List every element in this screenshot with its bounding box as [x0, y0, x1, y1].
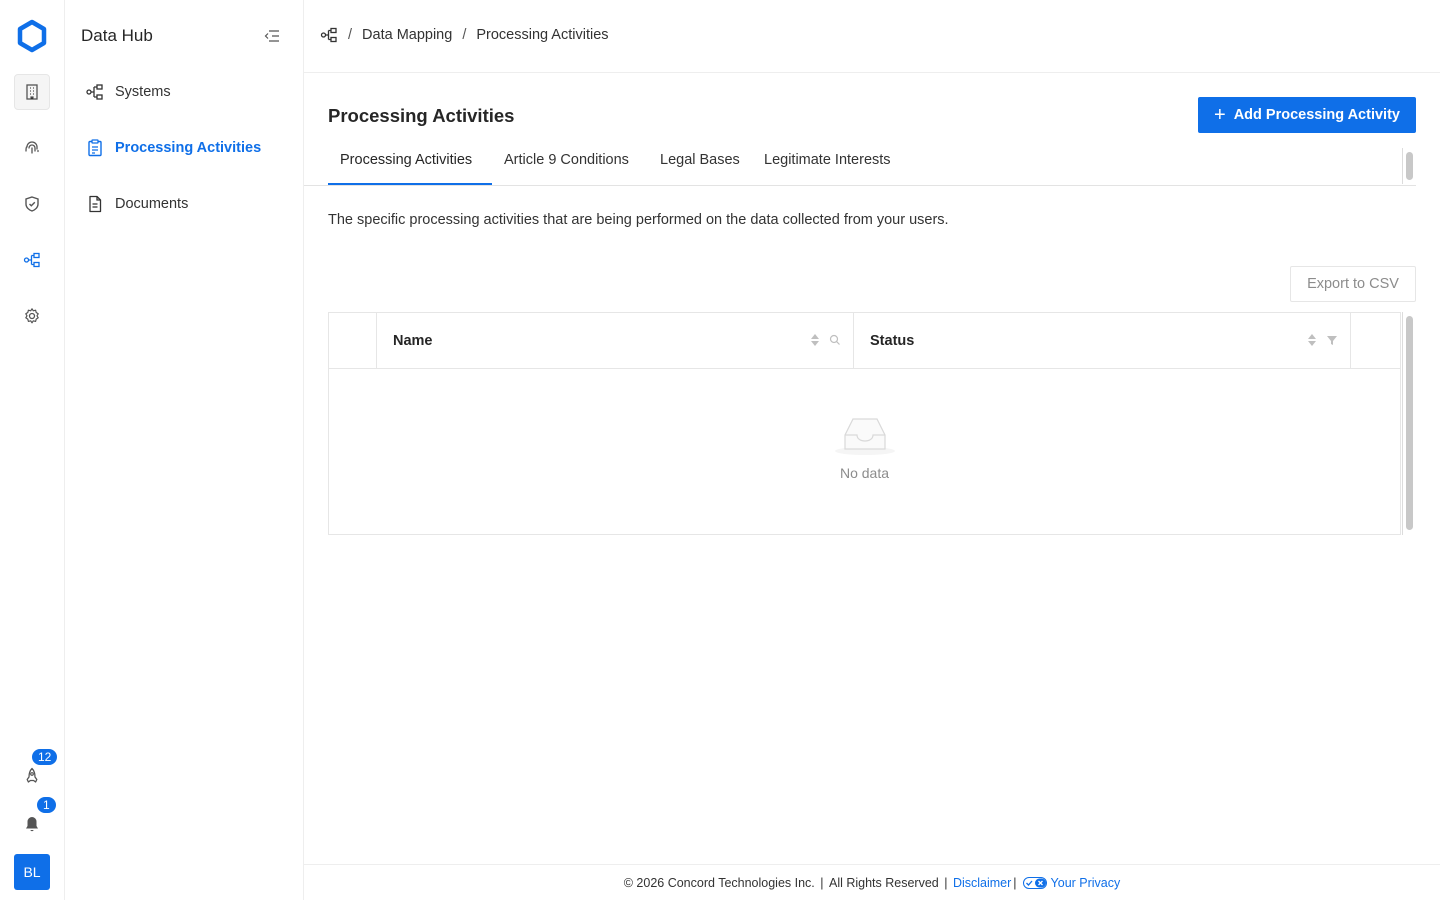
concord-logo[interactable] — [14, 18, 50, 54]
rocket-badge: 12 — [30, 747, 60, 767]
building-icon[interactable] — [14, 74, 50, 110]
secondary-nav: Data Hub Systems Processing Activities D… — [65, 0, 304, 900]
nav-item-systems[interactable]: Systems — [85, 80, 171, 104]
sort-icon[interactable] — [809, 332, 821, 348]
document-icon — [89, 195, 102, 213]
sort-icon[interactable] — [1306, 332, 1318, 348]
breadcrumb-current: Processing Activities — [476, 27, 609, 43]
collapse-sidebar-icon[interactable] — [263, 27, 281, 45]
page-description: The specific processing activities that … — [328, 212, 949, 228]
privacy-toggle-icon — [1022, 876, 1047, 889]
filter-icon[interactable] — [1326, 332, 1338, 348]
footer-separator: | — [940, 875, 951, 890]
column-header-status[interactable]: Status — [854, 313, 1351, 368]
nav-item-label: Systems — [115, 84, 171, 100]
column-header-name[interactable]: Name — [377, 313, 854, 368]
column-label: Status — [870, 332, 915, 349]
your-privacy-link[interactable]: Your Privacy — [1022, 875, 1121, 890]
column-tools — [1306, 332, 1338, 348]
clipboard-icon — [88, 139, 102, 157]
icon-rail: 12 1 BL — [0, 0, 65, 900]
data-map-icon[interactable] — [320, 26, 338, 44]
copyright-text: © 2026 Concord Technologies Inc. — [623, 875, 815, 890]
breadcrumb-separator: / — [462, 27, 467, 43]
export-csv-button[interactable]: Export to CSV — [1290, 266, 1416, 302]
column-label: Name — [393, 332, 433, 349]
plus-icon: + — [1214, 104, 1226, 126]
privacy-label: Your Privacy — [1050, 875, 1121, 890]
scrollbar-thumb[interactable] — [1406, 152, 1413, 180]
tab-legitimate-interests[interactable]: Legitimate Interests — [764, 152, 891, 168]
scrollbar-thumb[interactable] — [1406, 316, 1413, 530]
nav-item-processing-activities[interactable]: Processing Activities — [85, 136, 261, 160]
gear-icon[interactable] — [14, 298, 50, 334]
tab-processing-activities[interactable]: Processing Activities — [340, 152, 472, 168]
empty-state: No data — [329, 413, 1400, 481]
nav-item-documents[interactable]: Documents — [85, 192, 188, 216]
column-tools — [809, 332, 841, 348]
selection-column-header — [329, 313, 377, 368]
footer: © 2026 Concord Technologies Inc. | All R… — [304, 864, 1440, 900]
add-processing-activity-button[interactable]: + Add Processing Activity — [1198, 97, 1416, 133]
tab-article-9-conditions[interactable]: Article 9 Conditions — [504, 152, 629, 168]
top-bar: / Data Mapping / Processing Activities — [304, 0, 1440, 73]
empty-inbox-icon — [834, 418, 895, 455]
systems-icon — [86, 84, 103, 100]
nav-item-label: Processing Activities — [115, 140, 262, 156]
empty-text: No data — [839, 465, 890, 481]
rights-text: All Rights Reserved — [828, 875, 939, 890]
add-button-label: Add Processing Activity — [1233, 107, 1400, 123]
shield-check-icon[interactable] — [14, 186, 50, 222]
nav-item-label: Documents — [115, 196, 189, 212]
avatar[interactable]: BL — [14, 854, 50, 890]
data-map-icon[interactable] — [14, 242, 50, 278]
tab-legal-bases[interactable]: Legal Bases — [660, 152, 740, 168]
search-icon[interactable] — [829, 332, 841, 348]
fingerprint-icon[interactable] — [14, 130, 50, 166]
table-scrollbar[interactable] — [1402, 312, 1416, 535]
tabs-scrollbar[interactable] — [1402, 148, 1416, 184]
table-header: Name Status — [329, 313, 1400, 369]
active-tab-indicator — [328, 183, 492, 185]
breadcrumb: / Data Mapping / Processing Activities — [320, 26, 609, 44]
processing-activities-table: Name Status No data — [328, 312, 1401, 535]
footer-separator: | — [1013, 875, 1017, 890]
nav-title: Data Hub — [81, 26, 153, 45]
breadcrumb-separator: / — [348, 27, 353, 43]
disclaimer-link[interactable]: Disclaimer — [953, 876, 1011, 890]
tab-bar: Processing Activities Article 9 Conditio… — [304, 140, 1416, 186]
bell-badge: 1 — [35, 795, 58, 815]
page-title: Processing Activities — [328, 105, 515, 126]
footer-separator: | — [816, 875, 827, 890]
breadcrumb-data-mapping[interactable]: Data Mapping — [362, 27, 452, 43]
